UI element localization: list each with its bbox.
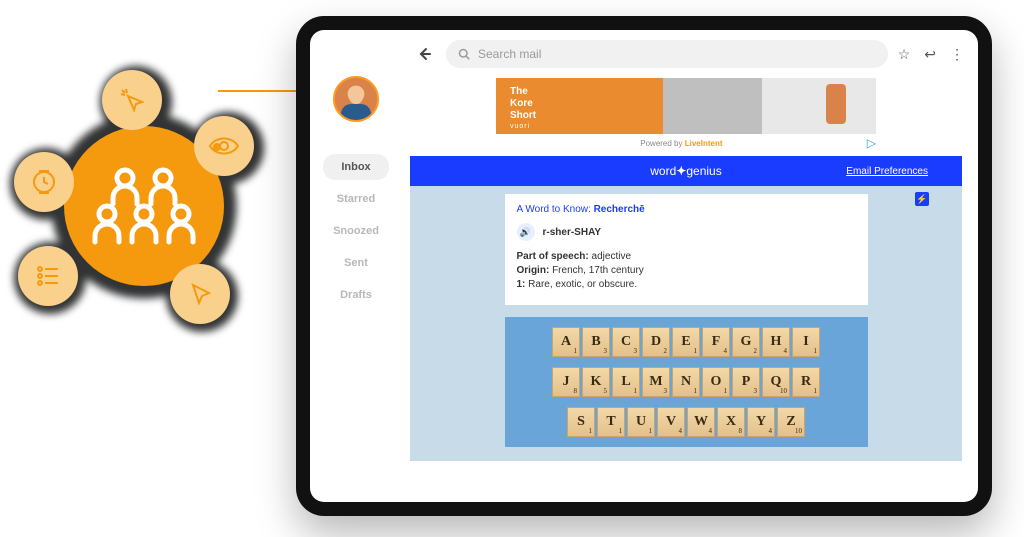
nav-sent[interactable]: Sent — [323, 250, 389, 276]
content: The Kore Short vuori Powered by LiveInte… — [402, 74, 978, 502]
nav-drafts[interactable]: Drafts — [323, 282, 389, 308]
letter-tile: W4 — [687, 407, 715, 437]
ad-figure — [826, 84, 846, 124]
letter-tile: D2 — [642, 327, 670, 357]
bubble-list-icon — [18, 246, 78, 306]
letter-tile: B3 — [582, 327, 610, 357]
email-preferences-link[interactable]: Email Preferences — [846, 166, 928, 177]
main: Search mail ☆ ↩ ⋮ The Kore Short vuori — [402, 30, 978, 502]
reply-icon[interactable]: ↩ — [924, 46, 936, 63]
bubble-eye-icon — [194, 116, 254, 176]
letter-tile: Q10 — [762, 367, 790, 397]
tile-row-1: A1B3C3D2E1F4G2H4I1 — [513, 327, 860, 357]
letter-tile: P3 — [732, 367, 760, 397]
flash-badge-icon: ⚡ — [915, 192, 929, 206]
topbar-actions: ☆ ↩ ⋮ — [898, 46, 964, 63]
pronunciation-text: r-sher-SHAY — [543, 227, 602, 238]
arrow-left-icon — [416, 46, 432, 62]
bubble-watch-icon — [14, 152, 74, 212]
letter-tile: I1 — [792, 327, 820, 357]
bubble-cursor-click-icon — [102, 70, 162, 130]
letter-tile: S1 — [567, 407, 595, 437]
search-placeholder: Search mail — [478, 47, 541, 61]
powered-label: Powered by — [640, 139, 684, 148]
nav-inbox[interactable]: Inbox — [323, 154, 389, 180]
letter-tile: O1 — [702, 367, 730, 397]
star-icon[interactable]: ☆ — [898, 46, 911, 63]
ad-brand: vuori — [510, 123, 530, 130]
letter-tile: U1 — [627, 407, 655, 437]
newsletter-brand: word✦genius — [650, 164, 721, 178]
sound-icon[interactable]: 🔊 — [517, 223, 535, 241]
bubble-cursor-icon — [170, 264, 230, 324]
tile-row-3: S1T1U1V4W4X8Y4Z10 — [513, 407, 860, 437]
letter-tile: V4 — [657, 407, 685, 437]
tile-row-2: J8K5L1M3N1O1P3Q10R1 — [513, 367, 860, 397]
adchoices-icon[interactable]: ▷ — [867, 136, 876, 150]
letter-tile: Y4 — [747, 407, 775, 437]
powered-brand: LiveIntent — [685, 139, 723, 148]
ad-meta: Powered by LiveIntent ▷ — [496, 136, 876, 150]
letter-tile: M3 — [642, 367, 670, 397]
back-button[interactable] — [412, 42, 436, 66]
word-card-title: A Word to Know: Recherchē — [517, 204, 856, 215]
topbar: Search mail ☆ ↩ ⋮ — [402, 30, 978, 74]
letter-tile: J8 — [552, 367, 580, 397]
ad-banner[interactable]: The Kore Short vuori — [496, 78, 876, 134]
screen: Inbox Starred Snoozed Sent Drafts Search… — [310, 30, 978, 502]
search-input[interactable]: Search mail — [446, 40, 888, 68]
nav-snoozed[interactable]: Snoozed — [323, 218, 389, 244]
more-icon[interactable]: ⋮ — [950, 46, 964, 63]
letter-tile: E1 — [672, 327, 700, 357]
letter-tile: A1 — [552, 327, 580, 357]
nav-starred[interactable]: Starred — [323, 186, 389, 212]
letter-tile: F4 — [702, 327, 730, 357]
audience-graphic — [10, 72, 278, 340]
search-icon — [458, 48, 470, 60]
scrabble-tiles: A1B3C3D2E1F4G2H4I1 J8K5L1M3N1O1P3Q10R1 S… — [505, 317, 868, 447]
word-card: A Word to Know: Recherchē 🔊 r-sher-SHAY … — [505, 194, 868, 305]
word-specs: Part of speech: adjective Origin: French… — [517, 251, 856, 290]
letter-tile: X8 — [717, 407, 745, 437]
email-body: ⚡ A Word to Know: Recherchē 🔊 r-sher-SHA… — [410, 186, 962, 461]
letter-tile: N1 — [672, 367, 700, 397]
avatar[interactable] — [333, 76, 379, 122]
letter-tile: L1 — [612, 367, 640, 397]
letter-tile: T1 — [597, 407, 625, 437]
people-icon — [89, 166, 199, 246]
pronunciation-row: 🔊 r-sher-SHAY — [517, 223, 856, 241]
newsletter-header: word✦genius Email Preferences — [410, 156, 962, 186]
sidebar: Inbox Starred Snoozed Sent Drafts — [310, 30, 402, 502]
letter-tile: H4 — [762, 327, 790, 357]
ad-headline: The Kore Short — [510, 86, 536, 122]
letter-tile: G2 — [732, 327, 760, 357]
letter-tile: Z10 — [777, 407, 805, 437]
letter-tile: R1 — [792, 367, 820, 397]
letter-tile: K5 — [582, 367, 610, 397]
tablet-frame: Inbox Starred Snoozed Sent Drafts Search… — [296, 16, 992, 516]
letter-tile: C3 — [612, 327, 640, 357]
